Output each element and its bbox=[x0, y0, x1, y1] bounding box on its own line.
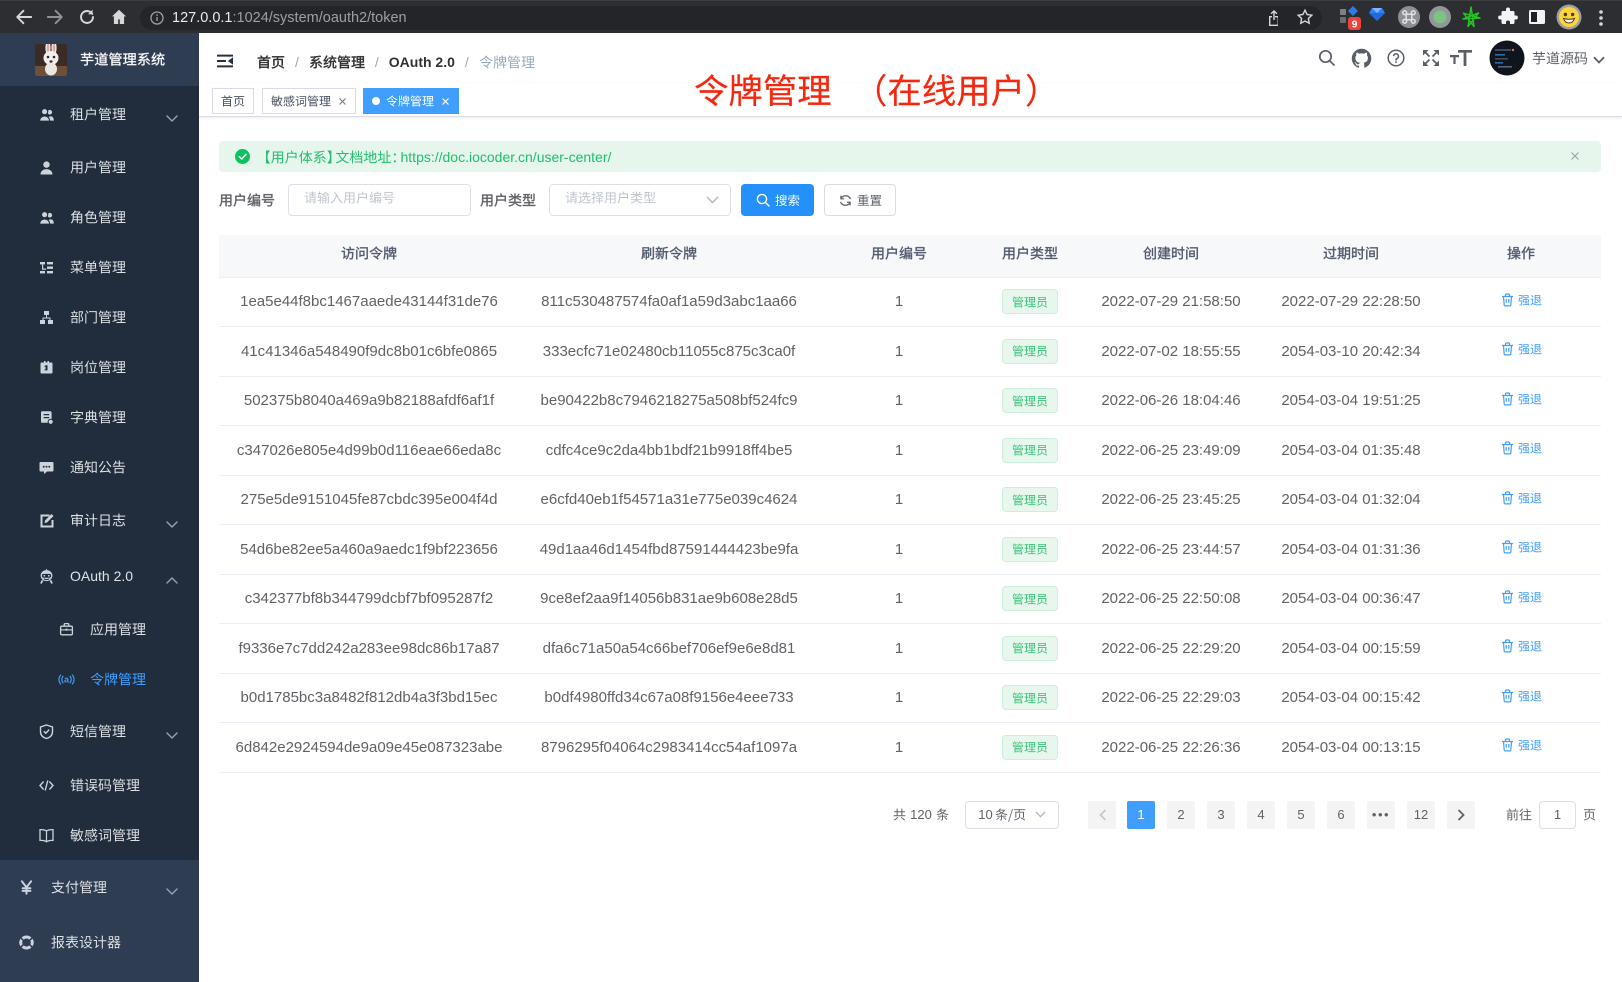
svg-text:a: a bbox=[64, 674, 70, 684]
svg-text:9: 9 bbox=[1352, 20, 1358, 31]
